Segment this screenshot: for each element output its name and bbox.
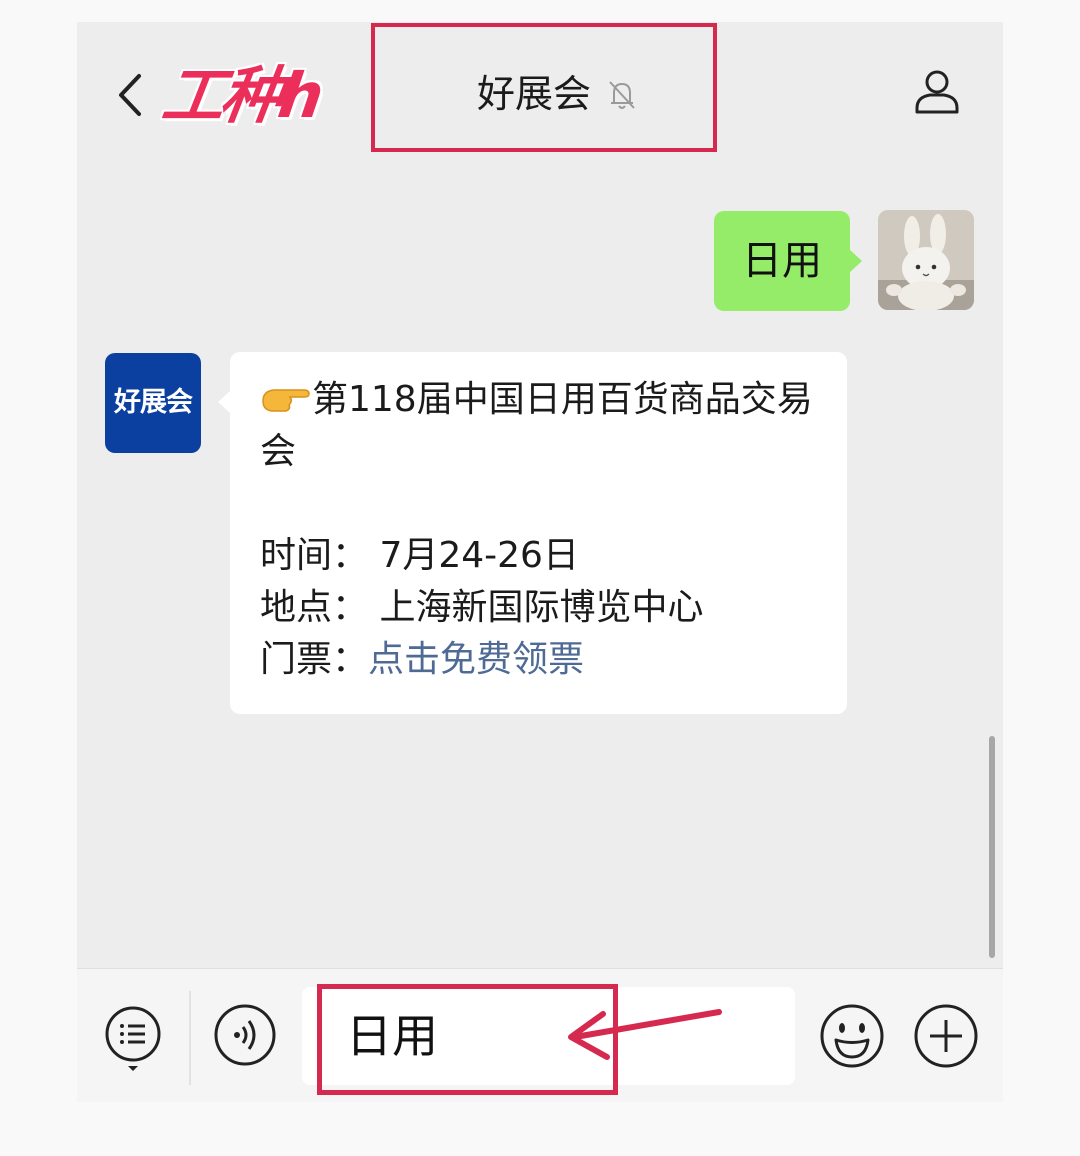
scrollbar[interactable] [989, 736, 995, 958]
plus-icon[interactable] [913, 1003, 979, 1069]
my-avatar[interactable] [878, 210, 974, 310]
emoji-icon[interactable] [819, 1003, 885, 1069]
back-icon[interactable] [111, 70, 151, 120]
official-account-avatar[interactable]: 好展会 [105, 353, 201, 453]
top-bar: 工种h 好展会 [77, 22, 1003, 162]
chat-screen: 工种h 好展会 日用 好展会 第118届中国日用百货商品交易会 时间： 7月24… [77, 22, 1003, 1102]
event-title-line: 第118届中国日用百货商品交易会 [260, 374, 821, 478]
event-ticket-line: 门票：点击免费领票 [260, 634, 821, 686]
bunny-avatar-icon [878, 210, 974, 310]
input-bar: 日用 [77, 968, 1003, 1102]
profile-icon[interactable] [911, 66, 963, 118]
event-place: 地点： 上海新国际博览中心 [260, 587, 704, 628]
pointing-hand-icon [262, 389, 310, 412]
divider [189, 991, 191, 1085]
voice-icon[interactable] [213, 1003, 277, 1067]
my-message-bubble[interactable]: 日用 [714, 211, 862, 311]
event-time: 时间： 7月24-26日 [260, 535, 579, 576]
title-highlight-box [371, 23, 717, 152]
event-title: 第118届中国日用百货商品交易会 [260, 379, 813, 472]
message-input[interactable]: 日用 [302, 987, 795, 1085]
ticket-link[interactable]: 点击免费领票 [368, 639, 584, 680]
ticket-label: 门票： [260, 639, 369, 680]
event-message-bubble[interactable]: 第118届中国日用百货商品交易会 时间： 7月24-26日 地点： 上海新国际博… [218, 352, 847, 714]
menu-icon[interactable] [103, 1005, 163, 1073]
